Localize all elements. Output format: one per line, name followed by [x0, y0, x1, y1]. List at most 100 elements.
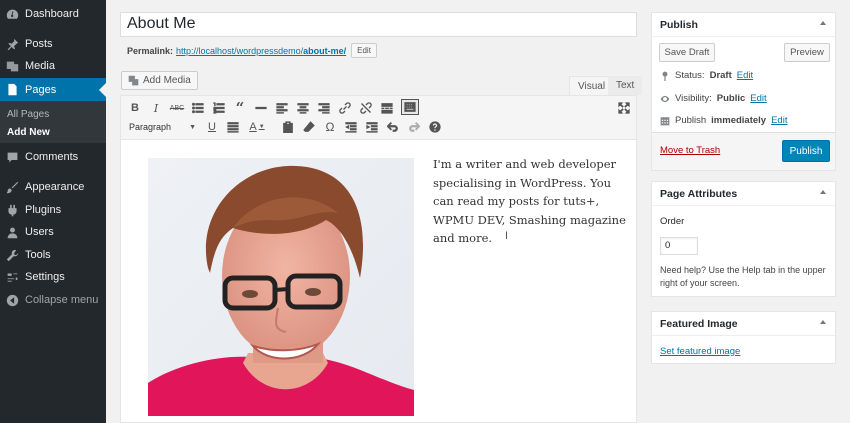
page-attributes-box: Page Attributes Order 0 Need help? Use t…	[651, 181, 836, 297]
publish-box: Publish Save Draft Preview Status: Draft …	[651, 12, 836, 171]
collapse-arrow-icon[interactable]	[820, 320, 826, 324]
align-left-icon[interactable]	[275, 101, 289, 115]
pages-submenu: All Pages Add New	[0, 101, 106, 143]
profile-photo[interactable]	[148, 158, 414, 416]
permalink-link[interactable]: http://localhost/wordpressdemo/about-me/	[176, 46, 346, 56]
menu-label: Appearance	[25, 181, 85, 193]
status-row: Status: Draft Edit	[660, 70, 753, 81]
collapse-icon	[5, 293, 19, 307]
underline-icon[interactable]: U	[205, 120, 219, 134]
align-center-icon[interactable]	[296, 101, 310, 115]
clear-formatting-icon[interactable]	[302, 120, 316, 134]
format-select[interactable]: Paragraph ▼	[126, 119, 199, 135]
menu-settings[interactable]: Settings	[0, 266, 106, 288]
link-icon[interactable]	[338, 101, 352, 115]
menu-label: Dashboard	[25, 8, 79, 20]
horizontal-line-icon[interactable]	[254, 101, 268, 115]
divider	[652, 36, 835, 37]
collapse-menu[interactable]: Collapse menu	[0, 289, 106, 311]
menu-label: Settings	[25, 271, 65, 283]
users-icon	[5, 225, 19, 239]
permalink-edit-button[interactable]: Edit	[351, 43, 377, 58]
menu-label: Media	[25, 60, 55, 72]
visibility-edit-link[interactable]: Edit	[750, 93, 766, 104]
toolbar-toggle-icon[interactable]	[401, 99, 419, 115]
dashboard-icon	[5, 7, 19, 21]
calendar-icon	[660, 116, 670, 125]
numbered-list-icon[interactable]	[212, 101, 226, 115]
menu-tools[interactable]: Tools	[0, 244, 106, 266]
set-featured-image-link[interactable]: Set featured image	[660, 346, 740, 357]
publish-heading: Publish	[660, 19, 698, 31]
move-to-trash-link[interactable]: Move to Trash	[660, 145, 720, 156]
menu-label: Users	[25, 226, 54, 238]
menu-dashboard[interactable]: Dashboard	[0, 3, 106, 25]
publish-button[interactable]: Publish	[782, 140, 830, 162]
text-color-icon[interactable]: A ▼	[247, 120, 267, 134]
read-more-icon[interactable]	[380, 101, 394, 115]
blockquote-icon[interactable]: “	[233, 99, 247, 117]
bulleted-list-icon[interactable]	[191, 101, 205, 115]
justify-icon[interactable]	[226, 120, 240, 134]
help-icon[interactable]	[428, 120, 442, 134]
title-field[interactable]: About Me	[120, 12, 637, 37]
featured-image-box: Featured Image Set featured image	[651, 311, 836, 364]
menu-label: Plugins	[25, 204, 62, 216]
plugin-icon	[5, 203, 19, 217]
collapse-arrow-icon[interactable]	[820, 190, 826, 194]
submenu-add-new[interactable]: Add New	[7, 127, 50, 138]
add-media-icon	[128, 75, 139, 86]
editor-content[interactable]: I'm a writer and web developer specialis…	[121, 140, 636, 423]
help-text: Need help? Use the Help tab in the upper…	[660, 265, 826, 288]
preview-button[interactable]: Preview	[784, 43, 830, 62]
fullscreen-icon[interactable]	[617, 101, 631, 115]
admin-sidebar: Dashboard Posts Media Pages All Pages Ad…	[0, 0, 106, 423]
comments-icon	[5, 150, 19, 164]
wrench-icon	[5, 248, 19, 262]
menu-appearance[interactable]: Appearance	[0, 176, 106, 198]
add-media-button[interactable]: Add Media	[121, 71, 198, 90]
menu-label: Comments	[25, 151, 79, 163]
menu-comments[interactable]: Comments	[0, 146, 106, 168]
paste-text-icon[interactable]	[281, 120, 295, 134]
page-title-input[interactable]: About Me	[127, 15, 195, 33]
strikethrough-icon[interactable]: ABC	[170, 101, 184, 115]
save-draft-button[interactable]: Save Draft	[659, 43, 715, 62]
pages-icon	[5, 83, 19, 97]
settings-icon	[5, 270, 19, 284]
menu-users[interactable]: Users	[0, 221, 106, 243]
featured-image-heading: Featured Image	[660, 318, 738, 330]
permalink-label: Permalink:	[127, 45, 174, 56]
publish-actions: Move to Trash Publish	[652, 132, 835, 170]
outdent-icon[interactable]	[344, 120, 358, 134]
editor-area: B I ABC “ Paragraph ▼ U A ▼ Ω I'm a writ…	[120, 95, 637, 423]
brush-icon	[5, 180, 19, 194]
menu-label: Pages	[25, 83, 57, 96]
menu-pages[interactable]: Pages	[0, 78, 106, 101]
menu-plugins[interactable]: Plugins	[0, 199, 106, 221]
submenu-all-pages[interactable]: All Pages	[7, 109, 49, 120]
italic-icon[interactable]: I	[149, 101, 163, 115]
status-edit-link[interactable]: Edit	[737, 70, 753, 81]
permalink: Permalink: http://localhost/wordpressdem…	[127, 43, 377, 58]
menu-posts[interactable]: Posts	[0, 33, 106, 55]
align-right-icon[interactable]	[317, 101, 331, 115]
schedule-edit-link[interactable]: Edit	[771, 115, 787, 126]
bold-icon[interactable]: B	[128, 101, 142, 115]
tab-text[interactable]: Text	[608, 76, 643, 95]
menu-media[interactable]: Media	[0, 55, 106, 77]
menu-label: Posts	[25, 38, 53, 50]
collapse-arrow-icon[interactable]	[820, 21, 826, 25]
chevron-down-icon: ▼	[189, 123, 196, 131]
unlink-icon[interactable]	[359, 101, 373, 115]
divider	[652, 335, 835, 336]
special-character-icon[interactable]: Ω	[323, 120, 337, 134]
editor-toolbar: B I ABC “ Paragraph ▼ U A ▼ Ω	[121, 96, 636, 140]
order-input[interactable]: 0	[660, 237, 698, 255]
undo-icon[interactable]	[386, 120, 400, 134]
indent-icon[interactable]	[365, 120, 379, 134]
portrait-image	[148, 158, 414, 416]
order-label: Order	[660, 216, 685, 227]
redo-icon[interactable]	[407, 120, 421, 134]
body-paragraph[interactable]: I'm a writer and web developer specialis…	[433, 155, 628, 248]
